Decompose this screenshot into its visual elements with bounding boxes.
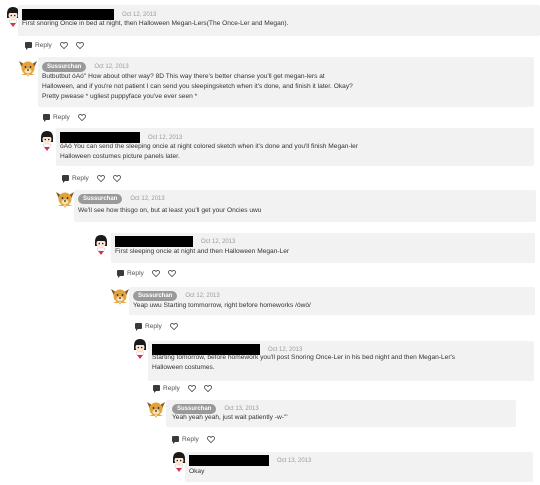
- reply-icon: [153, 385, 160, 393]
- unlike-button[interactable]: [167, 269, 176, 277]
- heart-outline-icon[interactable]: [75, 41, 84, 49]
- unlike-button[interactable]: [75, 41, 84, 49]
- avatar-girl-icon[interactable]: [92, 234, 110, 256]
- comment-text-line: First snoring Oncie in bed at night, the…: [22, 20, 289, 27]
- heart-outline-icon[interactable]: [167, 269, 176, 277]
- heart-icon[interactable]: [59, 41, 68, 49]
- comment-text-line: Pretty pwease * ugliest puppyface you've…: [42, 93, 198, 101]
- avatar-dog-icon[interactable]: [110, 286, 129, 308]
- comment-header: Sussurchan Oct 12, 2013: [78, 193, 165, 204]
- heart-icon[interactable]: [206, 435, 215, 443]
- reply-button[interactable]: Reply: [72, 175, 89, 182]
- heart-outline-icon[interactable]: [203, 384, 212, 392]
- comment-date[interactable]: Oct 12, 2013: [185, 293, 219, 299]
- reply-button[interactable]: Reply: [127, 270, 144, 277]
- reply-button[interactable]: Reply: [182, 436, 199, 443]
- comment-text-line: Halloween costumes.: [152, 364, 215, 372]
- avatar-girl-icon[interactable]: [131, 338, 149, 360]
- author-username[interactable]: Sussurchan: [78, 193, 123, 204]
- comment-date[interactable]: Oct 13, 2013: [277, 458, 311, 464]
- comment-actions: Reply: [43, 112, 86, 122]
- heart-icon[interactable]: [96, 174, 105, 182]
- comment-actions: Reply: [25, 40, 84, 50]
- author-username[interactable]: Sussurchan: [172, 403, 217, 414]
- comment-date[interactable]: Oct 12, 2013: [268, 347, 302, 353]
- reply-button[interactable]: Reply: [35, 42, 52, 49]
- reply-icon: [172, 436, 179, 444]
- like-button[interactable]: [59, 41, 68, 49]
- like-button[interactable]: [77, 113, 86, 121]
- redacted-username: [189, 455, 269, 466]
- comment-text-line: Halloween, and if you're not patient I c…: [42, 83, 353, 91]
- comment-text-line: óAó You can send the sleeping oncie at n…: [60, 143, 358, 150]
- comment-date[interactable]: Oct 12, 2013: [94, 64, 128, 70]
- avatar-dog-icon[interactable]: [146, 399, 165, 421]
- unlike-button[interactable]: [112, 174, 121, 182]
- heart-outline-icon[interactable]: [112, 174, 121, 182]
- heart-icon[interactable]: [77, 113, 86, 121]
- reply-button[interactable]: Reply: [53, 114, 70, 121]
- author-username[interactable]: Sussurchan: [133, 290, 178, 301]
- comment-date[interactable]: Oct 12, 2013: [148, 135, 182, 141]
- unlike-button[interactable]: [203, 384, 212, 392]
- comment-date[interactable]: Oct 13, 2013: [224, 406, 258, 412]
- comment-text-line: Yeah yeah yeah, just wait patiently -w-'…: [172, 414, 288, 421]
- heart-icon[interactable]: [187, 384, 196, 392]
- like-button[interactable]: [151, 269, 160, 277]
- comment-date[interactable]: Oct 12, 2013: [122, 12, 156, 18]
- comment-header: Oct 12, 2013: [115, 236, 235, 247]
- comment-text-line: Halloween costumes picture panels later.: [60, 153, 180, 161]
- comment-text-line: We'll see how thisgo on, but at least yo…: [78, 207, 262, 214]
- reply-button[interactable]: Reply: [145, 323, 162, 330]
- like-button[interactable]: [206, 435, 215, 443]
- reply-icon: [117, 270, 124, 278]
- comment-actions: Reply: [153, 383, 212, 393]
- heart-icon[interactable]: [169, 322, 178, 330]
- reply-icon: [62, 175, 69, 183]
- comment-date[interactable]: Oct 12, 2013: [130, 196, 164, 202]
- redacted-username: [115, 236, 193, 247]
- comment-actions: Reply: [172, 434, 215, 444]
- reply-button[interactable]: Reply: [163, 385, 180, 392]
- reply-icon: [25, 42, 32, 50]
- reply-icon: [43, 114, 50, 122]
- author-username[interactable]: Sussurchan: [42, 61, 87, 72]
- comment-header: Sussurchan Oct 12, 2013: [133, 290, 220, 301]
- comment-text-line: Butbutbut óAó'' How about other way? 8D …: [42, 73, 325, 80]
- comment-text-line: Starting tomorrow, before homework you'l…: [152, 354, 456, 361]
- avatar-girl-icon[interactable]: [38, 130, 56, 152]
- avatar-dog-icon[interactable]: [55, 189, 74, 211]
- reply-icon: [135, 323, 142, 331]
- comment-actions: Reply: [117, 268, 176, 278]
- comment-date[interactable]: Oct 12, 2013: [201, 239, 235, 245]
- avatar-dog-icon[interactable]: [18, 58, 37, 80]
- heart-icon[interactable]: [151, 269, 160, 277]
- comment-text-line: Okay: [189, 468, 205, 475]
- comment-text-line: Yeap uwu Starting tommorrow, right befor…: [133, 302, 311, 309]
- like-button[interactable]: [169, 322, 178, 330]
- like-button[interactable]: [187, 384, 196, 392]
- comment-header: Sussurchan Oct 12, 2013: [42, 61, 129, 72]
- like-button[interactable]: [96, 174, 105, 182]
- comment-text-line: First sleeping oncie at night and then H…: [115, 248, 290, 255]
- comment-actions: Reply: [135, 321, 178, 331]
- comment-header: Oct 13, 2013: [189, 455, 311, 466]
- comment-actions: Reply: [62, 173, 121, 183]
